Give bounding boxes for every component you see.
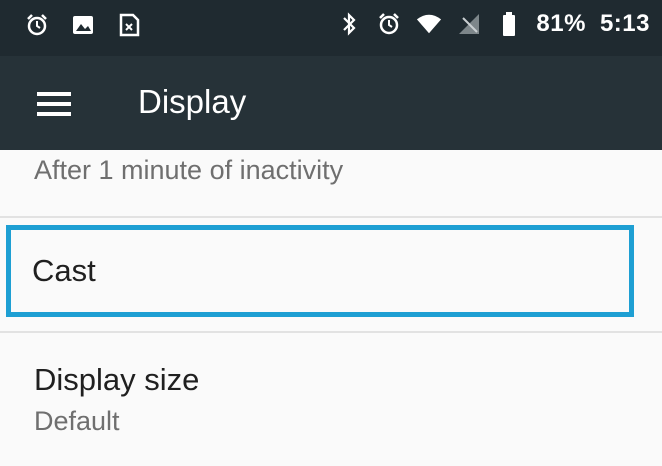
page-title: Display [138, 83, 247, 120]
cast-label: Cast [32, 253, 96, 288]
sim-icon [116, 12, 142, 38]
cast-setting-item[interactable]: Cast [6, 225, 634, 317]
wifi-icon [416, 11, 442, 37]
settings-list: After 1 minute of inactivity Cast Displa… [0, 150, 662, 466]
display-size-label[interactable]: Display size [34, 362, 199, 398]
menu-icon[interactable] [37, 92, 71, 116]
image-icon [70, 12, 96, 38]
sleep-summary: After 1 minute of inactivity [34, 155, 344, 185]
divider [0, 216, 662, 218]
no-signal-icon [456, 11, 482, 37]
clock: 5:13 [599, 10, 650, 37]
status-left-icons [24, 12, 142, 38]
battery-percent: 81% [536, 10, 586, 37]
battery-icon [496, 11, 522, 37]
toolbar: Display [0, 56, 662, 150]
display-size-value: Default [34, 406, 120, 436]
status-right-icons: 81% 5:13 [336, 10, 650, 38]
alarm-icon [24, 12, 50, 38]
alarm-icon [376, 11, 402, 37]
bluetooth-icon [336, 11, 362, 37]
divider [0, 331, 662, 333]
status-bar: 81% 5:13 [0, 0, 662, 56]
